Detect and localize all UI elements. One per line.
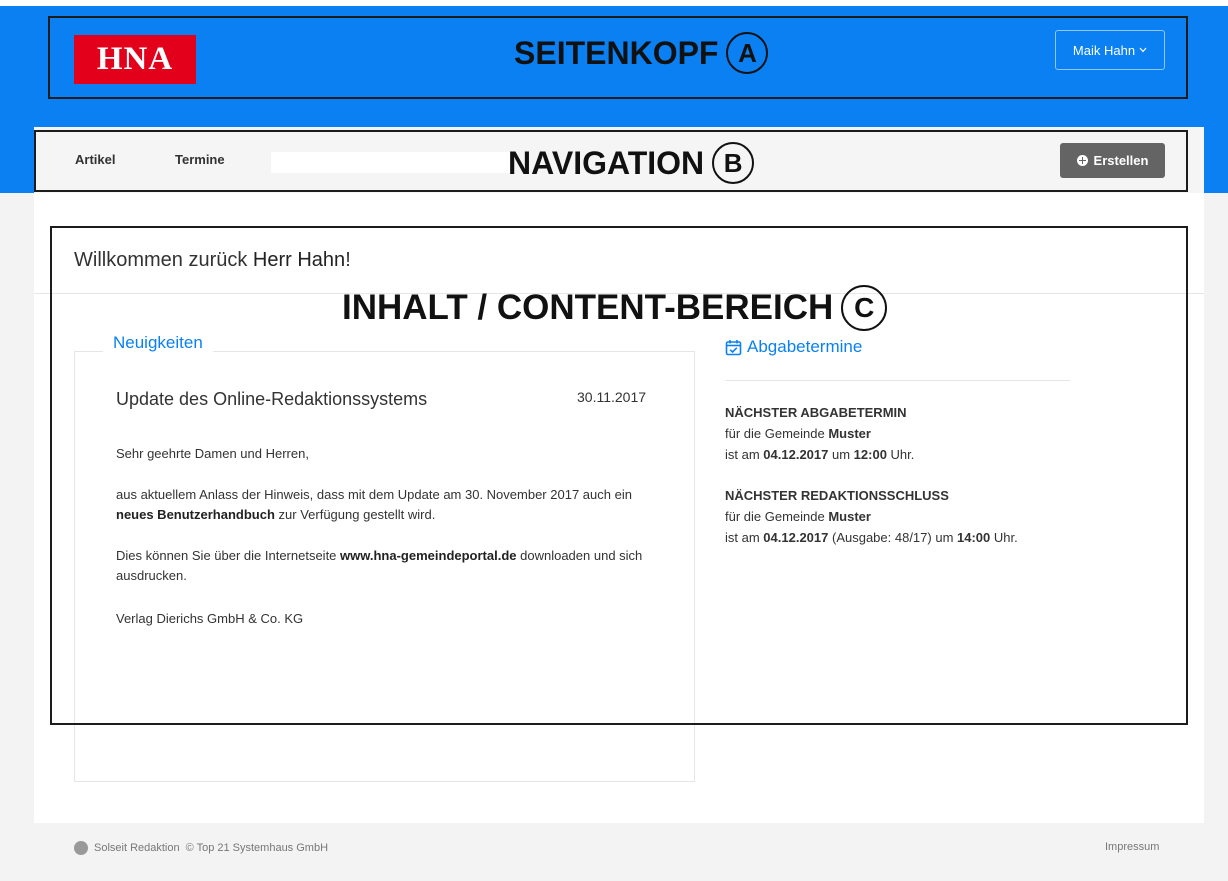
annotation-navigation-letter: B — [712, 142, 755, 184]
footer-copyright: © Top 21 Systemhaus GmbH — [185, 842, 329, 854]
annotation-navigation-label: NAVIGATION — [508, 144, 705, 181]
brand-logo-icon — [74, 841, 88, 855]
footer-brand: Solseit Redaktion © Top 21 Systemhaus Gm… — [74, 841, 328, 855]
annotation-header-label: SEITENKOPF — [514, 34, 719, 71]
annotation-header-letter: A — [726, 32, 769, 74]
top-edge — [0, 0, 1228, 6]
footer-brand-name: Solseit Redaktion — [94, 842, 180, 854]
annotation-content: INHALT / CONTENT-BEREICH C — [342, 285, 888, 331]
impressum-link[interactable]: Impressum — [1105, 841, 1159, 853]
annotation-content-label: INHALT / CONTENT-BEREICH — [342, 288, 834, 327]
annotation-header: SEITENKOPF A — [514, 32, 769, 74]
annotation-content-letter: C — [841, 285, 888, 331]
annotation-navigation: NAVIGATION B — [508, 142, 755, 184]
